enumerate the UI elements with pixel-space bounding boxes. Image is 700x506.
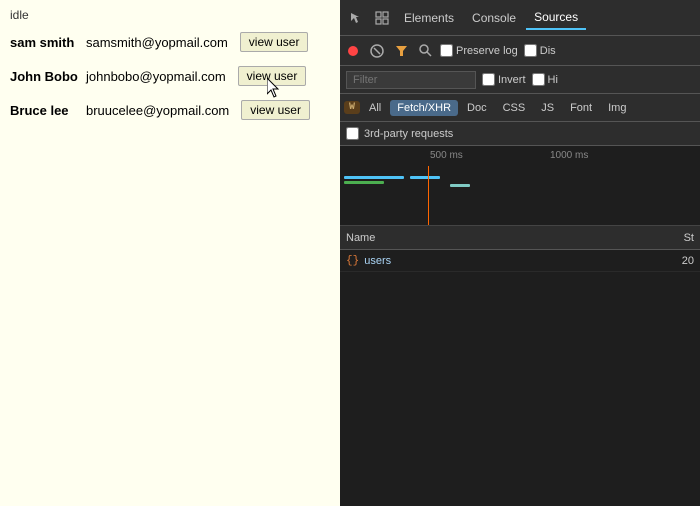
user-name-3: Bruce lee <box>10 103 80 118</box>
user-row-3: Bruce lee bruucelee@yopmail.com view use… <box>10 100 330 120</box>
clear-icon[interactable] <box>368 42 386 60</box>
user-email-3: bruucelee@yopmail.com <box>86 103 229 118</box>
type-filter-bar: W All Fetch/XHR Doc CSS JS Font Img <box>340 94 700 122</box>
preserve-log-label[interactable]: Preserve log <box>440 44 518 57</box>
timeline-bars <box>340 166 700 226</box>
timeline-vline <box>428 166 429 226</box>
user-row-1: sam smith samsmith@yopmail.com view user <box>10 32 330 52</box>
third-party-row: 3rd-party requests <box>340 122 700 146</box>
timeline-area: 500 ms 1000 ms <box>340 146 700 226</box>
net-row-users[interactable]: {} users 20 <box>340 250 700 272</box>
view-user-button-1[interactable]: view user <box>240 32 309 52</box>
left-panel: idle sam smith samsmith@yopmail.com view… <box>0 0 340 506</box>
invert-label[interactable]: Invert <box>482 73 526 86</box>
user-name-1: sam smith <box>10 35 80 50</box>
net-table-header: Name St <box>340 226 700 250</box>
type-btn-fetchxhr[interactable]: Fetch/XHR <box>390 100 458 116</box>
user-name-2: John Bobo <box>10 69 80 84</box>
dis-checkbox[interactable] <box>524 44 537 57</box>
devtools-inspect-icon[interactable] <box>370 6 394 30</box>
devtools-tabs-bar: Elements Console Sources <box>340 0 700 36</box>
timeline-bar-4 <box>450 184 470 187</box>
type-btn-img[interactable]: Img <box>601 100 633 116</box>
search-icon[interactable] <box>416 42 434 60</box>
w-badge[interactable]: W <box>344 101 360 114</box>
status-text: idle <box>10 8 29 22</box>
net-row-name: users <box>364 255 664 267</box>
timeline-bar-1 <box>344 176 404 179</box>
devtools-panel: Elements Console Sources <box>340 0 700 506</box>
type-btn-font[interactable]: Font <box>563 100 599 116</box>
user-row-2: John Bobo johnbobo@yopmail.com view user <box>10 66 330 86</box>
net-col-status-header: St <box>664 232 694 244</box>
status-bar: idle <box>10 8 330 22</box>
timeline-bar-2 <box>344 181 384 184</box>
type-btn-js[interactable]: JS <box>534 100 561 116</box>
tab-console[interactable]: Console <box>464 7 524 29</box>
timeline-bar-3 <box>410 176 440 179</box>
user-email-1: samsmith@yopmail.com <box>86 35 228 50</box>
ruler-mark-500: 500 ms <box>430 150 463 161</box>
net-row-status: 20 <box>664 255 694 267</box>
devtools-cursor-icon[interactable] <box>344 6 368 30</box>
filter-icon[interactable] <box>392 42 410 60</box>
timeline-ruler: 500 ms 1000 ms <box>340 146 700 164</box>
type-btn-all[interactable]: All <box>362 100 388 116</box>
tab-sources[interactable]: Sources <box>526 6 586 30</box>
view-user-button-2[interactable]: view user <box>238 66 307 86</box>
third-party-label: 3rd-party requests <box>364 128 453 140</box>
hi-label: Hi <box>532 73 558 86</box>
third-party-checkbox[interactable] <box>346 127 359 140</box>
ruler-mark-1000: 1000 ms <box>550 150 588 161</box>
preserve-log-checkbox[interactable] <box>440 44 453 57</box>
view-user-button-3[interactable]: view user <box>241 100 310 120</box>
record-icon[interactable] <box>344 42 362 60</box>
net-col-name-header: Name <box>346 232 664 244</box>
network-toolbar: Preserve log Dis <box>340 36 700 66</box>
user-email-2: johnbobo@yopmail.com <box>86 69 226 84</box>
net-rows: {} users 20 <box>340 250 700 506</box>
filter-bar: Invert Hi <box>340 66 700 94</box>
dis-label: Dis <box>524 44 556 57</box>
tab-elements[interactable]: Elements <box>396 7 462 29</box>
type-btn-css[interactable]: CSS <box>496 100 533 116</box>
filter-input[interactable] <box>346 71 476 89</box>
invert-checkbox[interactable] <box>482 73 495 86</box>
type-btn-doc[interactable]: Doc <box>460 100 494 116</box>
net-row-icon: {} <box>346 255 359 267</box>
hi-checkbox[interactable] <box>532 73 545 86</box>
